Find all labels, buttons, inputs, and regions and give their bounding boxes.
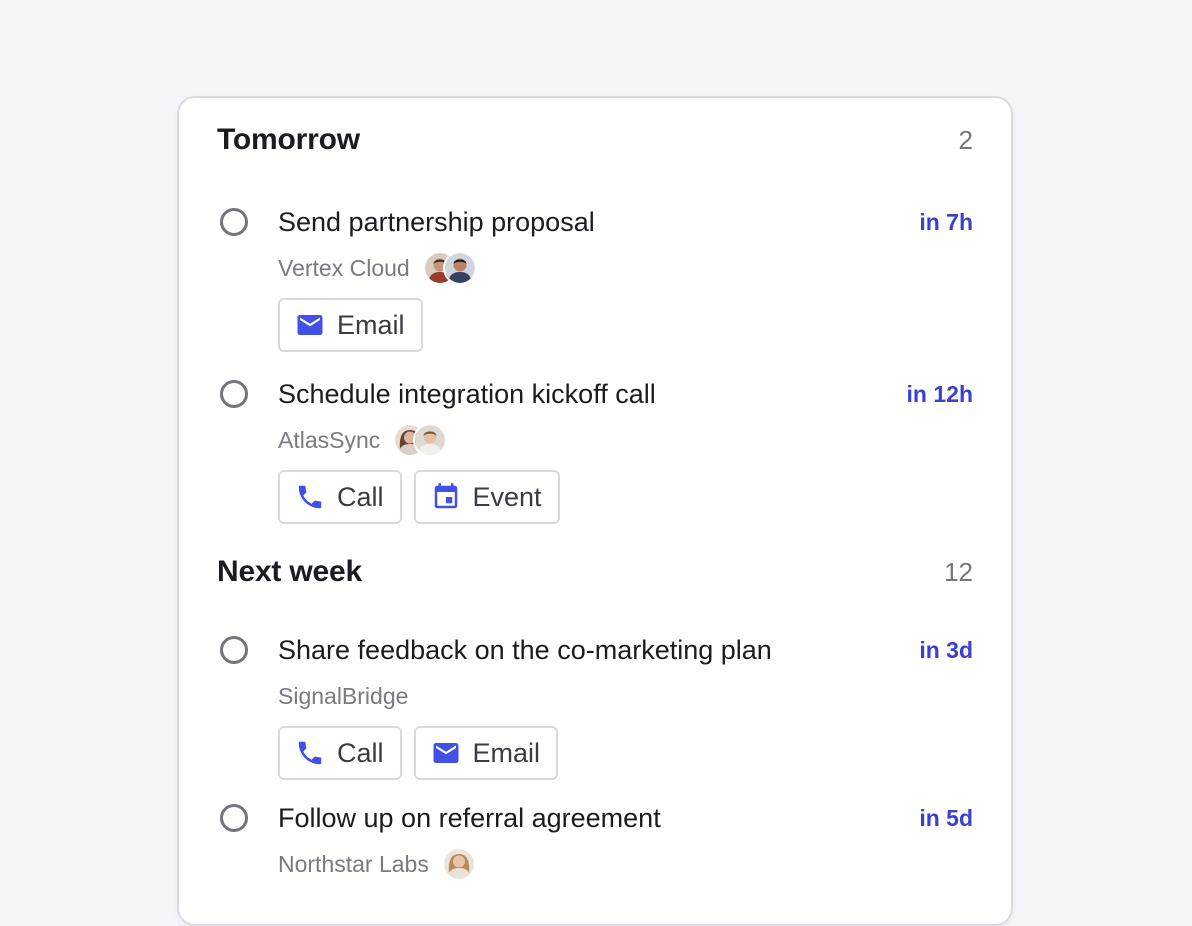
company-name: Vertex Cloud xyxy=(278,254,410,281)
task-checkbox[interactable] xyxy=(220,208,248,236)
task-checkbox[interactable] xyxy=(220,380,248,408)
due-label: in 3d xyxy=(919,637,973,663)
section-title: Next week xyxy=(217,555,362,588)
action-label: Event xyxy=(472,481,542,512)
phone-icon xyxy=(298,741,322,765)
mail-icon xyxy=(297,315,323,335)
email-button[interactable]: Email xyxy=(413,726,559,780)
action-label: Call xyxy=(337,481,384,512)
avatar-group[interactable] xyxy=(441,847,476,881)
event-button[interactable]: Event xyxy=(413,470,560,524)
avatar[interactable] xyxy=(413,423,448,457)
task-actions: Call Email xyxy=(278,726,559,780)
calendar-icon xyxy=(434,483,457,509)
task-title[interactable]: Schedule integration kickoff call xyxy=(278,376,656,412)
company-name: AtlasSync xyxy=(278,426,381,453)
section-header-tomorrow: Tomorrow 2 xyxy=(217,120,973,160)
task-actions: Email xyxy=(278,298,423,352)
company-name: Northstar Labs xyxy=(278,850,429,877)
due-label: in 7h xyxy=(919,209,973,235)
task-title[interactable]: Share feedback on the co-marketing plan xyxy=(278,632,772,668)
task-actions: Call Event xyxy=(278,470,560,524)
company-name: SignalBridge xyxy=(278,682,409,709)
task-title[interactable]: Follow up on referral agreement xyxy=(278,800,661,836)
avatar[interactable] xyxy=(442,251,477,285)
call-button[interactable]: Call xyxy=(278,726,402,780)
action-label: Call xyxy=(337,737,384,768)
action-label: Email xyxy=(472,737,541,768)
company-row: Northstar Labs xyxy=(278,844,476,884)
task-checkbox[interactable] xyxy=(220,804,248,832)
action-label: Email xyxy=(337,309,405,340)
company-row: SignalBridge xyxy=(278,676,408,716)
section-count: 2 xyxy=(958,124,973,155)
due-label: in 12h xyxy=(906,381,973,407)
mail-icon xyxy=(433,743,459,763)
section-title: Tomorrow xyxy=(217,123,360,156)
avatar[interactable] xyxy=(441,847,476,881)
company-row: Vertex Cloud xyxy=(278,248,477,288)
company-row: AtlasSync xyxy=(278,420,448,460)
due-label: in 5d xyxy=(919,805,973,831)
call-button[interactable]: Call xyxy=(278,470,402,524)
section-header-next-week: Next week 12 xyxy=(217,552,973,592)
avatar-group[interactable] xyxy=(393,423,448,457)
email-button[interactable]: Email xyxy=(278,298,423,352)
avatar-group[interactable] xyxy=(422,251,477,285)
phone-icon xyxy=(298,485,322,509)
task-title[interactable]: Send partnership proposal xyxy=(278,204,595,240)
section-count: 12 xyxy=(944,556,973,587)
task-checkbox[interactable] xyxy=(220,636,248,664)
task-list-card: Tomorrow 2 Send partnership proposal in … xyxy=(177,96,1013,926)
